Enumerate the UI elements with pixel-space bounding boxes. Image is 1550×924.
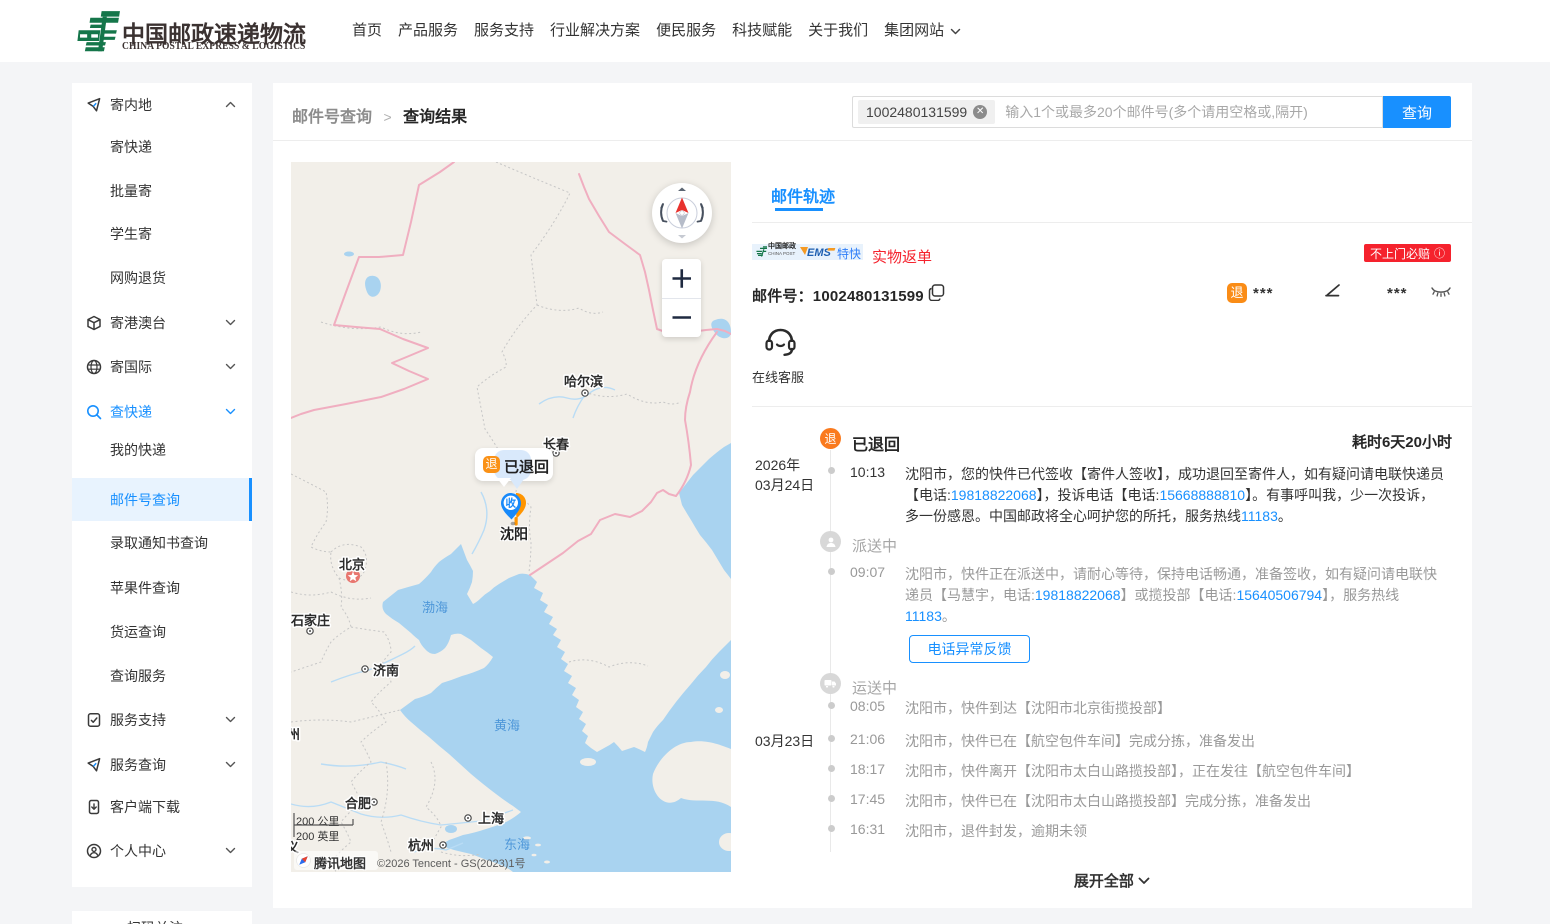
svg-text:渤海: 渤海 xyxy=(422,600,448,615)
svg-text:杭州: 杭州 xyxy=(408,838,434,853)
svg-text:济南: 济南 xyxy=(373,663,399,678)
svg-text:上海: 上海 xyxy=(478,811,504,826)
svg-text:黄海: 黄海 xyxy=(494,718,520,733)
svg-text:哈尔滨: 哈尔滨 xyxy=(564,374,603,389)
svg-text:州: 州 xyxy=(291,727,300,742)
svg-text:EMS: EMS xyxy=(807,247,832,259)
svg-text:收: 收 xyxy=(506,497,517,510)
svg-text:东海: 东海 xyxy=(504,837,530,852)
svg-text:合肥: 合肥 xyxy=(345,796,371,811)
svg-text:石家庄: 石家庄 xyxy=(291,613,330,628)
svg-text:北京: 北京 xyxy=(339,557,365,572)
